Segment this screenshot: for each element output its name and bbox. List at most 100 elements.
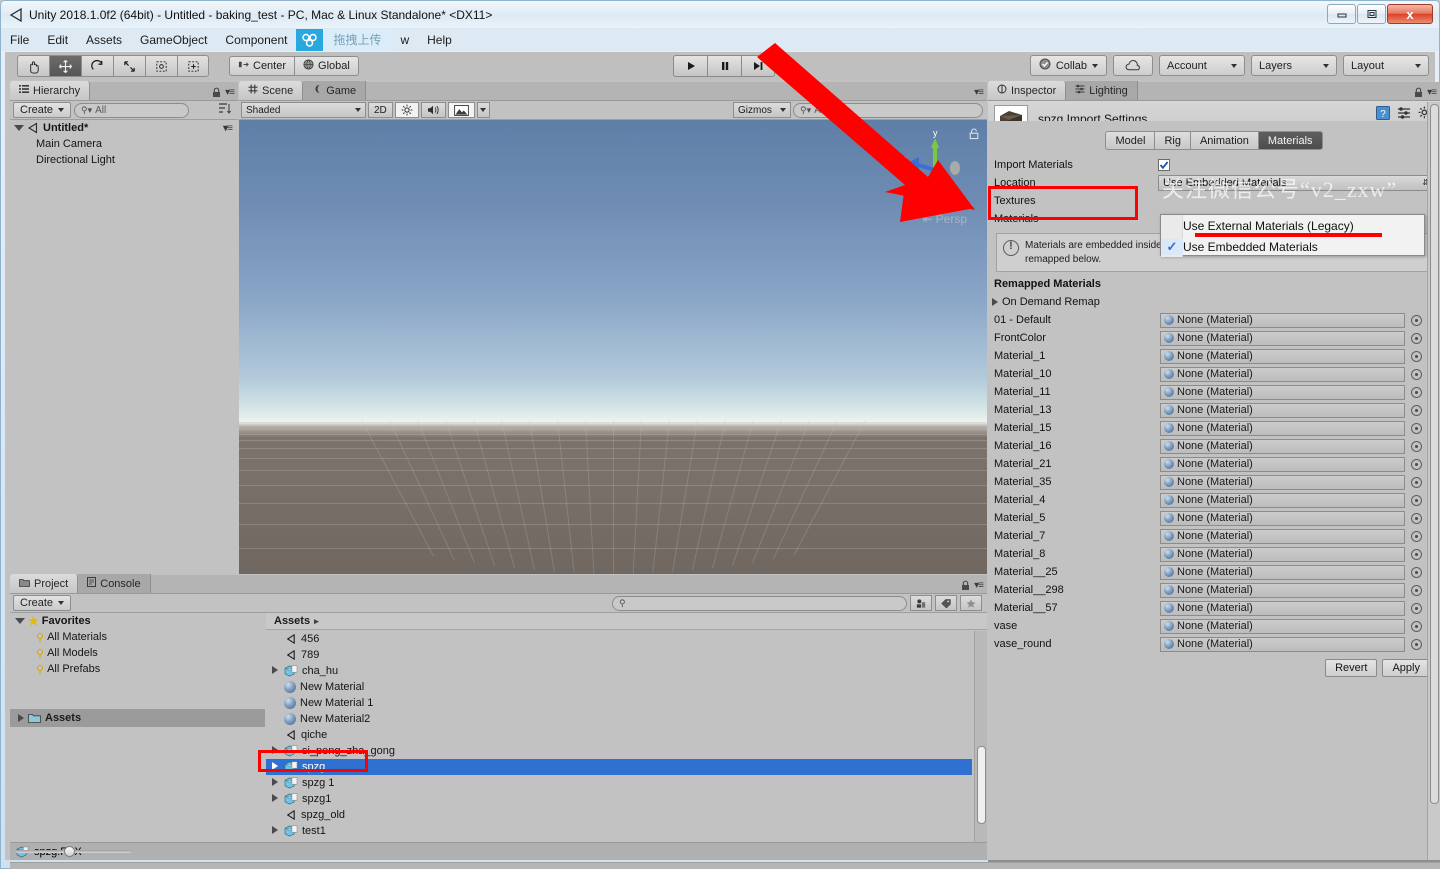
chevron-right-icon[interactable] bbox=[272, 761, 284, 773]
tab-scene[interactable]: Scene bbox=[239, 81, 304, 100]
object-picker-button[interactable] bbox=[1411, 638, 1422, 650]
scene-2d-toggle[interactable]: 2D bbox=[368, 102, 393, 118]
tab-console[interactable]: Console bbox=[78, 574, 151, 593]
inspector-scroll-thumb[interactable] bbox=[1430, 104, 1439, 804]
scene-lighting-toggle[interactable] bbox=[394, 102, 419, 118]
material-object-field[interactable]: None (Material) bbox=[1160, 312, 1405, 328]
move-tool-button[interactable] bbox=[49, 55, 81, 77]
project-favorite-button[interactable] bbox=[960, 595, 982, 611]
material-object-field[interactable]: None (Material) bbox=[1160, 420, 1405, 436]
chevron-right-icon[interactable] bbox=[272, 777, 284, 789]
hierarchy-menu-icon[interactable]: ▾≡ bbox=[225, 87, 235, 98]
menu-window[interactable]: w bbox=[391, 30, 418, 50]
project-file-row[interactable]: cha_hu bbox=[266, 663, 972, 679]
object-picker-button[interactable] bbox=[1411, 422, 1422, 434]
minimize-button[interactable] bbox=[1327, 4, 1356, 24]
project-file-row[interactable]: test1 bbox=[266, 823, 972, 839]
object-picker-button[interactable] bbox=[1411, 494, 1422, 506]
space-mode-button[interactable]: Global bbox=[294, 56, 359, 76]
project-file-row[interactable]: spzg1 bbox=[266, 791, 972, 807]
project-file-row[interactable]: New Material2 bbox=[266, 711, 972, 727]
step-button[interactable] bbox=[741, 55, 775, 77]
scene-lock-icon[interactable] bbox=[969, 128, 979, 143]
project-menu-icon[interactable]: ▾≡ bbox=[974, 580, 984, 591]
scene-gizmos-dropdown[interactable]: Gizmos bbox=[733, 102, 791, 118]
project-assets-root[interactable]: Assets bbox=[10, 709, 265, 727]
layers-button[interactable]: Layers bbox=[1251, 55, 1337, 76]
tab-game[interactable]: Game bbox=[303, 81, 367, 100]
project-filter-type-button[interactable] bbox=[910, 595, 932, 611]
material-object-field[interactable]: None (Material) bbox=[1160, 348, 1405, 364]
hierarchy-scene-root[interactable]: Untitled* ▾≡ bbox=[10, 120, 238, 136]
object-picker-button[interactable] bbox=[1411, 566, 1422, 578]
material-object-field[interactable]: None (Material) bbox=[1160, 492, 1405, 508]
revert-button[interactable]: Revert bbox=[1325, 659, 1378, 677]
object-picker-button[interactable] bbox=[1411, 512, 1422, 524]
popup-option-embedded[interactable]: ✓ Use Embedded Materials bbox=[1161, 236, 1424, 257]
project-file-row[interactable]: 456 bbox=[266, 631, 972, 647]
chevron-right-icon[interactable] bbox=[272, 665, 284, 677]
rotate-tool-button[interactable] bbox=[81, 55, 113, 77]
tab-rig[interactable]: Rig bbox=[1154, 131, 1190, 150]
menu-component[interactable]: Component bbox=[216, 30, 296, 50]
object-picker-button[interactable] bbox=[1411, 548, 1422, 560]
project-file-row[interactable]: si_peng_zha_gong bbox=[266, 743, 972, 759]
menu-assets[interactable]: Assets bbox=[77, 30, 131, 50]
tab-animation[interactable]: Animation bbox=[1189, 131, 1258, 150]
project-file-row[interactable]: spzg bbox=[266, 759, 972, 775]
hierarchy-item-directional-light[interactable]: Directional Light bbox=[10, 152, 238, 168]
material-object-field[interactable]: None (Material) bbox=[1160, 402, 1405, 418]
project-favorites-root[interactable]: ★ Favorites bbox=[10, 613, 265, 629]
project-vertical-scrollbar[interactable] bbox=[974, 631, 987, 842]
project-file-list[interactable]: 456 789 cha_hu New Material New Material 1 Ne… bbox=[266, 631, 972, 842]
transform-tool-button[interactable] bbox=[177, 55, 209, 77]
hierarchy-create-button[interactable]: Create bbox=[13, 102, 72, 118]
chevron-right-icon[interactable] bbox=[272, 825, 284, 837]
material-object-field[interactable]: None (Material) bbox=[1160, 510, 1405, 526]
project-filter-label-button[interactable] bbox=[935, 595, 957, 611]
scene-audio-toggle[interactable] bbox=[420, 102, 446, 118]
scene-menu-icon[interactable]: ▾≡ bbox=[974, 87, 984, 98]
collab-button[interactable]: Collab bbox=[1029, 55, 1107, 76]
lock-icon[interactable] bbox=[961, 580, 970, 591]
hand-tool-button[interactable] bbox=[17, 55, 49, 77]
chevron-right-icon[interactable] bbox=[18, 714, 24, 722]
lock-icon[interactable] bbox=[1414, 87, 1423, 98]
inspector-vertical-scrollbar[interactable] bbox=[1427, 102, 1440, 860]
lock-icon[interactable] bbox=[212, 87, 221, 98]
project-zoom-slider[interactable] bbox=[16, 845, 131, 859]
project-create-button[interactable]: Create bbox=[13, 595, 72, 611]
inspector-menu-icon[interactable]: ▾≡ bbox=[1427, 87, 1437, 98]
scene-search-input[interactable]: ⚲▾ All bbox=[793, 102, 983, 118]
project-file-row[interactable]: qiche bbox=[266, 727, 972, 743]
material-object-field[interactable]: None (Material) bbox=[1160, 474, 1405, 490]
object-picker-button[interactable] bbox=[1411, 332, 1422, 344]
project-scroll-thumb[interactable] bbox=[977, 746, 986, 824]
tab-materials[interactable]: Materials bbox=[1257, 131, 1323, 150]
apply-button[interactable]: Apply bbox=[1382, 659, 1430, 677]
object-picker-button[interactable] bbox=[1411, 620, 1422, 632]
project-file-row[interactable]: 789 bbox=[266, 647, 972, 663]
material-object-field[interactable]: None (Material) bbox=[1160, 456, 1405, 472]
object-picker-button[interactable] bbox=[1411, 314, 1422, 326]
project-file-row[interactable]: New Material 1 bbox=[266, 695, 972, 711]
material-object-field[interactable]: None (Material) bbox=[1160, 330, 1405, 346]
material-object-field[interactable]: None (Material) bbox=[1160, 546, 1405, 562]
material-object-field[interactable]: None (Material) bbox=[1160, 636, 1405, 652]
scene-effects-toggle[interactable] bbox=[447, 102, 475, 118]
project-search-input[interactable]: ⚲ bbox=[612, 595, 907, 611]
material-object-field[interactable]: None (Material) bbox=[1160, 366, 1405, 382]
import-materials-checkbox[interactable] bbox=[1158, 158, 1170, 171]
object-picker-button[interactable] bbox=[1411, 440, 1422, 452]
menu-gameobject[interactable]: GameObject bbox=[131, 30, 216, 50]
project-favorite-all-materials[interactable]: ⚲ All Materials bbox=[10, 629, 265, 645]
object-picker-button[interactable] bbox=[1411, 350, 1422, 362]
menu-help[interactable]: Help bbox=[418, 30, 461, 50]
layout-button[interactable]: Layout bbox=[1343, 55, 1429, 76]
maximize-button[interactable] bbox=[1357, 4, 1386, 24]
chevron-right-icon[interactable] bbox=[992, 298, 998, 306]
scene-viewport[interactable]: y z ⇤ Persp bbox=[239, 120, 987, 574]
material-object-field[interactable]: None (Material) bbox=[1160, 438, 1405, 454]
material-object-field[interactable]: None (Material) bbox=[1160, 600, 1405, 616]
close-button[interactable]: x bbox=[1387, 4, 1433, 24]
